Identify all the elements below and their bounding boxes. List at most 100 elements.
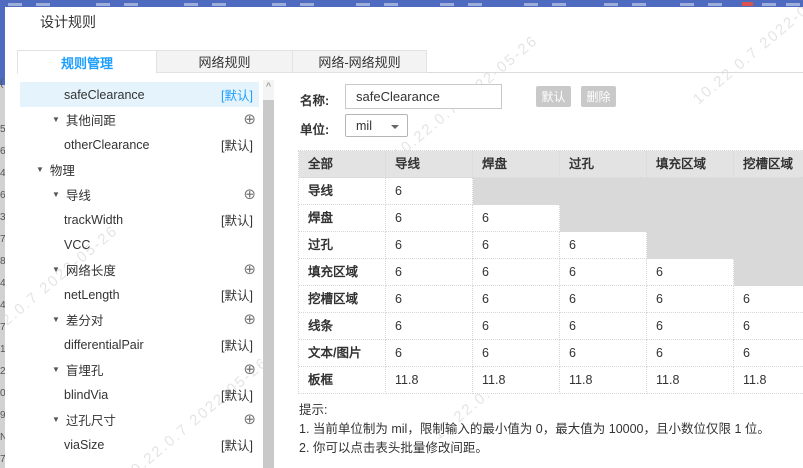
tree-item-other-clearance-group[interactable]: ▼其他间距⊕ <box>20 107 259 132</box>
edge-fragment: 4 <box>0 169 5 179</box>
collapse-arrow-icon[interactable]: ▼ <box>36 165 44 174</box>
collapse-arrow-icon[interactable]: ▼ <box>52 365 60 374</box>
edge-fragment: 3 <box>0 213 5 223</box>
unit-select-value: mil <box>356 119 372 133</box>
matrix-value-cell[interactable]: 11.8 <box>473 367 560 394</box>
unit-select[interactable]: mil <box>345 114 408 137</box>
matrix-header-5[interactable]: 挖槽区域 <box>734 151 803 178</box>
matrix-value-cell[interactable]: 6 <box>560 232 647 259</box>
rule-name-input[interactable] <box>345 84 502 109</box>
tab-rule-management[interactable]: 规则管理 <box>17 50 157 74</box>
tree-item-safeClearance[interactable]: safeClearance[默认] <box>20 82 259 107</box>
collapse-arrow-icon[interactable]: ▼ <box>52 315 60 324</box>
matrix-value-cell[interactable]: 11.8 <box>386 367 473 394</box>
edge-fragment: 5 <box>0 125 5 135</box>
matrix-row-label: 填充区域 <box>299 259 386 286</box>
default-badge: [默认] <box>221 210 253 229</box>
matrix-header-1[interactable]: 导线 <box>386 151 473 178</box>
red-icon <box>742 2 753 6</box>
matrix-value-cell[interactable]: 6 <box>560 340 647 367</box>
collapse-arrow-icon[interactable]: ▼ <box>52 415 60 424</box>
collapse-arrow-icon[interactable]: ▼ <box>52 115 60 124</box>
edge-fragment: 6 <box>0 191 5 201</box>
edge-fragment: 8 <box>0 257 5 267</box>
matrix-value-cell[interactable]: 6 <box>560 259 647 286</box>
tree-item-differentialPair[interactable]: differentialPair[默认] <box>20 332 259 357</box>
menu-text-fragment <box>96 3 110 6</box>
matrix-value-cell[interactable]: 6 <box>386 340 473 367</box>
tree-item-otherClearance[interactable]: otherClearance[默认] <box>20 132 259 157</box>
matrix-value-cell[interactable]: 6 <box>734 313 803 340</box>
matrix-value-cell[interactable]: 6 <box>386 259 473 286</box>
matrix-value-cell[interactable]: 6 <box>647 340 734 367</box>
scroll-up-icon[interactable]: ^ <box>263 81 274 91</box>
tree-item-label: viaSize <box>64 438 104 452</box>
matrix-value-cell[interactable]: 6 <box>386 232 473 259</box>
collapse-arrow-icon[interactable]: ▼ <box>52 190 60 199</box>
matrix-empty-cell <box>647 205 734 232</box>
tree-item-diff-pair-group[interactable]: ▼差分对⊕ <box>20 307 259 332</box>
tree-item-VCC[interactable]: VCC <box>20 232 259 257</box>
delete-button[interactable]: 删除 <box>581 86 616 107</box>
default-button[interactable]: 默认 <box>536 86 571 107</box>
tree-item-netLength[interactable]: netLength[默认] <box>20 282 259 307</box>
tree-item-label: trackWidth <box>64 213 123 227</box>
matrix-value-cell[interactable]: 6 <box>647 286 734 313</box>
add-rule-icon[interactable]: ⊕ <box>243 412 256 427</box>
matrix-value-cell[interactable]: 6 <box>386 205 473 232</box>
matrix-value-cell[interactable]: 6 <box>734 340 803 367</box>
matrix-header-3[interactable]: 过孔 <box>560 151 647 178</box>
tree-item-label: VCC <box>64 238 90 252</box>
add-rule-icon[interactable]: ⊕ <box>243 262 256 277</box>
add-rule-icon[interactable]: ⊕ <box>243 187 256 202</box>
matrix-value-cell[interactable]: 6 <box>473 232 560 259</box>
tree-item-net-length-group[interactable]: ▼网络长度⊕ <box>20 257 259 282</box>
matrix-value-cell[interactable]: 6 <box>473 313 560 340</box>
edge-fragment: 7 <box>0 323 5 333</box>
matrix-value-cell[interactable]: 6 <box>560 313 647 340</box>
matrix-value-cell[interactable]: 6 <box>473 286 560 313</box>
matrix-value-cell[interactable]: 6 <box>386 286 473 313</box>
tree-scrollbar[interactable]: ^ <box>263 80 274 468</box>
matrix-header-4[interactable]: 填充区域 <box>647 151 734 178</box>
tip-line: 2. 你可以点击表头批量修改间距。 <box>299 439 799 458</box>
matrix-value-cell[interactable]: 6 <box>647 313 734 340</box>
menubar-fragment <box>0 0 803 7</box>
tree-item-physical-group[interactable]: ▼物理 <box>20 157 259 182</box>
add-rule-icon[interactable]: ⊕ <box>243 312 256 327</box>
add-rule-icon[interactable]: ⊕ <box>243 112 256 127</box>
tree-item-blindVia[interactable]: blindVia[默认] <box>20 382 259 407</box>
tab-net-net-rules[interactable]: 网络-网络规则 <box>293 50 427 73</box>
tree-item-trackWidth[interactable]: trackWidth [默认] <box>20 207 259 232</box>
matrix-value-cell[interactable]: 6 <box>386 313 473 340</box>
matrix-value-cell[interactable]: 6 <box>647 259 734 286</box>
tree-item-label: blindVia <box>64 388 108 402</box>
dialog-title: 设计规则 <box>40 12 96 32</box>
matrix-header-2[interactable]: 焊盘 <box>473 151 560 178</box>
tree-item-via-size-group[interactable]: ▼过孔尺寸⊕ <box>20 407 259 432</box>
matrix-value-cell[interactable]: 11.8 <box>560 367 647 394</box>
matrix-value-cell[interactable]: 6 <box>473 259 560 286</box>
matrix-value-cell[interactable]: 6 <box>560 286 647 313</box>
scrollbar-thumb[interactable] <box>263 100 274 468</box>
matrix-value-cell[interactable]: 6 <box>386 178 473 205</box>
tab-net-rules[interactable]: 网络规则 <box>157 50 293 73</box>
matrix-value-cell[interactable]: 6 <box>473 340 560 367</box>
watermark: 10.22.0.7 2022-05-26 <box>690 0 803 108</box>
add-rule-icon[interactable]: ⊕ <box>243 362 256 377</box>
default-badge: [默认] <box>221 85 253 104</box>
tree-item-label: 导线 <box>66 185 91 204</box>
tips-title: 提示: <box>299 401 799 420</box>
matrix-value-cell[interactable]: 11.8 <box>647 367 734 394</box>
menu-text-fragment <box>680 3 694 6</box>
collapse-arrow-icon[interactable]: ▼ <box>52 265 60 274</box>
tree-item-blind-via-group[interactable]: ▼盲埋孔⊕ <box>20 357 259 382</box>
matrix-value-cell[interactable]: 6 <box>734 286 803 313</box>
matrix-value-cell[interactable]: 6 <box>473 205 560 232</box>
matrix-header-0[interactable]: 全部 <box>299 151 386 178</box>
unit-label: 单位: <box>300 119 329 138</box>
tree-item-track-group[interactable]: ▼ 导线 ⊕ <box>20 182 259 207</box>
matrix-value-cell[interactable]: 11.8 <box>734 367 803 394</box>
tree-item-viaSize[interactable]: viaSize[默认] <box>20 432 259 457</box>
menu-text-fragment <box>36 3 50 6</box>
